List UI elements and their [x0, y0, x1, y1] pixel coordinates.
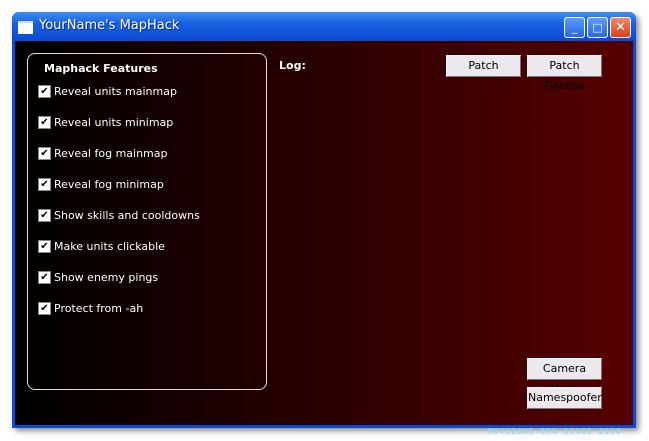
log-label: Log:: [279, 59, 306, 72]
patch-garena-button[interactable]: Patch Garena: [527, 55, 602, 92]
window-title: YourName's MapHack: [39, 18, 180, 33]
checkbox-label: Show skills and cooldowns: [54, 209, 200, 222]
checkbox-icon[interactable]: ✔: [38, 240, 51, 253]
client-area: Maphack Features ✔ Reveal units mainmap ✔ R…: [15, 41, 633, 425]
feature-checkbox[interactable]: ✔ Show enemy pings: [38, 271, 158, 284]
feature-checkbox[interactable]: ✔ Make units clickable: [38, 240, 165, 253]
feature-checkbox[interactable]: ✔ Reveal fog minimap: [38, 178, 164, 191]
watermark: MOYUZONE.ORG SINCE 2010: [488, 427, 622, 436]
close-button[interactable]: ✕: [610, 17, 631, 38]
patch-button[interactable]: Patch: [446, 55, 521, 77]
checkbox-icon[interactable]: ✔: [38, 147, 51, 160]
checkbox-label: Reveal units minimap: [54, 116, 174, 129]
feature-checkbox[interactable]: ✔ Reveal fog mainmap: [38, 147, 168, 160]
checkbox-label: Reveal fog mainmap: [54, 147, 168, 160]
checkbox-label: Protect from -ah: [54, 302, 144, 315]
feature-checkbox[interactable]: ✔ Reveal units mainmap: [38, 85, 177, 98]
checkbox-icon[interactable]: ✔: [38, 302, 51, 315]
checkbox-label: Reveal units mainmap: [54, 85, 177, 98]
group-title: Maphack Features: [44, 62, 158, 75]
checkbox-icon[interactable]: ✔: [38, 271, 51, 284]
checkbox-label: Reveal fog minimap: [54, 178, 164, 191]
app-window: YourName's MapHack _ □ ✕ Maphack Feature…: [12, 12, 636, 428]
maximize-button[interactable]: □: [587, 17, 608, 38]
title-bar[interactable]: YourName's MapHack _ □ ✕: [12, 12, 636, 41]
checkbox-icon[interactable]: ✔: [38, 85, 51, 98]
feature-checkbox[interactable]: ✔ Show skills and cooldowns: [38, 209, 200, 222]
app-icon: [18, 21, 33, 34]
checkbox-icon[interactable]: ✔: [38, 178, 51, 191]
feature-checkbox[interactable]: ✔ Protect from -ah: [38, 302, 143, 315]
namespoofer-button[interactable]: Namespoofer: [527, 387, 602, 409]
checkbox-label: Make units clickable: [54, 240, 165, 253]
checkbox-icon[interactable]: ✔: [38, 116, 51, 129]
minimize-button[interactable]: _: [564, 17, 585, 38]
camera-hack-button[interactable]: Camera Hack: [527, 358, 602, 395]
checkbox-label: Show enemy pings: [54, 271, 159, 284]
checkbox-icon[interactable]: ✔: [38, 209, 51, 222]
feature-checkbox[interactable]: ✔ Reveal units minimap: [38, 116, 173, 129]
